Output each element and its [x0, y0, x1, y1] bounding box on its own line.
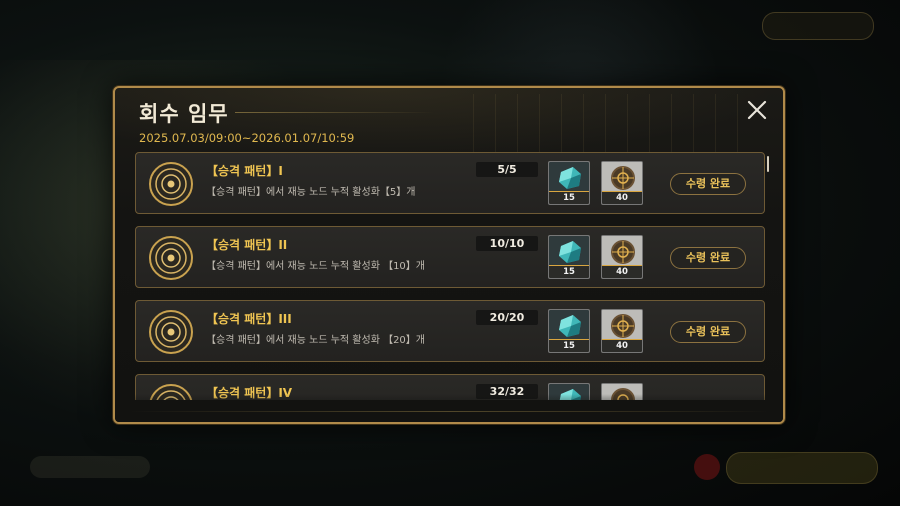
cyan-crystal-icon — [549, 236, 589, 268]
reward-item-compass[interactable]: 40 — [601, 235, 643, 279]
mission-description: 【승격 패턴】에서 재능 노드 누적 활성화 【20】개 — [206, 335, 425, 346]
mission-list[interactable]: 【승격 패턴】I 【승격 패턴】에서 재능 노드 누적 활성화【5】개 5/5 … — [135, 152, 767, 400]
mission-title: 【승격 패턴】I — [206, 164, 283, 178]
mission-progress: 20/20 — [476, 310, 538, 325]
reward-quantity: 40 — [602, 191, 642, 204]
claimed-button[interactable]: 수령 완료 — [670, 247, 746, 269]
bronze-compass-icon — [602, 310, 642, 342]
mission-emblem-icon — [149, 162, 193, 206]
background-bottom-right-button — [726, 452, 878, 484]
mission-row: 【승격 패턴】II 【승격 패턴】에서 재능 노드 누적 활성화 【10】개 1… — [135, 226, 765, 288]
background-top-right-pill — [762, 12, 874, 40]
cyan-crystal-icon — [549, 310, 589, 342]
claimed-button[interactable]: 수령 완료 — [670, 321, 746, 343]
modal-title: 회수 임무 — [139, 102, 229, 126]
mission-row: 【승격 패턴】I 【승격 패턴】에서 재능 노드 누적 활성화【5】개 5/5 … — [135, 152, 765, 214]
mission-title: 【승격 패턴】II — [206, 238, 288, 252]
reward-quantity: 15 — [549, 191, 589, 204]
close-button[interactable] — [745, 98, 769, 122]
list-bottom-fade — [115, 394, 783, 422]
background-red-button — [694, 454, 720, 480]
reward-item-compass[interactable]: 40 — [601, 161, 643, 205]
reward-quantity: 15 — [549, 265, 589, 278]
bronze-compass-icon — [602, 236, 642, 268]
mission-title: 【승격 패턴】III — [206, 312, 292, 326]
modal-bottom-divider — [129, 411, 769, 412]
mission-progress: 5/5 — [476, 162, 538, 177]
mission-description: 【승격 패턴】에서 재능 노드 누적 활성화【5】개 — [206, 187, 416, 198]
close-icon — [747, 100, 767, 120]
mission-emblem-icon — [149, 310, 193, 354]
event-period: 2025.07.03/09:00~2026.01.07/10:59 — [139, 131, 355, 145]
reward-quantity: 40 — [602, 265, 642, 278]
scrollbar-thumb[interactable] — [767, 156, 769, 172]
reward-item-crystal[interactable]: 15 — [548, 161, 590, 205]
bronze-compass-icon — [602, 162, 642, 194]
mission-emblem-icon — [149, 236, 193, 280]
reward-item-crystal[interactable]: 15 — [548, 309, 590, 353]
reward-quantity: 15 — [549, 339, 589, 352]
mission-progress: 10/10 — [476, 236, 538, 251]
background-bottom-left-pill — [30, 456, 150, 478]
mission-description: 【승격 패턴】에서 재능 노드 누적 활성화 【10】개 — [206, 261, 425, 272]
cyan-crystal-icon — [549, 162, 589, 194]
mission-row: 【승격 패턴】III 【승격 패턴】에서 재능 노드 누적 활성화 【20】개 … — [135, 300, 765, 362]
reward-item-crystal[interactable]: 15 — [548, 235, 590, 279]
title-divider — [235, 112, 435, 113]
reward-item-compass[interactable]: 40 — [601, 309, 643, 353]
reward-quantity: 40 — [602, 339, 642, 352]
claimed-button[interactable]: 수령 완료 — [670, 173, 746, 195]
retrieval-mission-modal: 회수 임무 2025.07.03/09:00~2026.01.07/10:59 … — [113, 86, 785, 424]
